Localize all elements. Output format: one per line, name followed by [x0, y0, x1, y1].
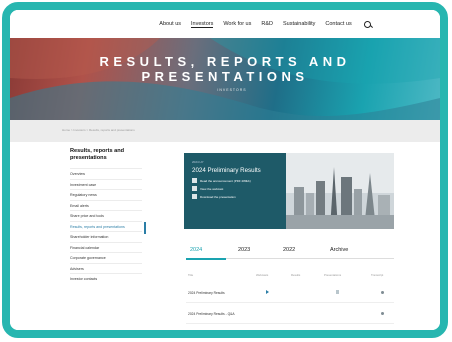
nav-work-for-us[interactable]: Work for us	[223, 21, 251, 27]
nav-rd[interactable]: R&D	[261, 21, 273, 27]
column-header-webcasts: Webcasts	[256, 273, 269, 277]
featured-results-text: 2024 HY 2024 Preliminary Results Read th…	[192, 160, 282, 202]
hero-banner: RESULTS, REPORTS AND PRESENTATIONS INVES…	[10, 38, 440, 120]
featured-results-card: 2024 HY 2024 Preliminary Results Read th…	[184, 153, 394, 229]
tab-2024[interactable]: 2024	[190, 247, 202, 253]
sidebar-item-share-price[interactable]: Share price and tools	[70, 210, 142, 221]
breadcrumb[interactable]: Home > Investors > Results, reports and …	[62, 128, 135, 132]
breadcrumb-band: Home > Investors > Results, reports and …	[10, 120, 440, 142]
column-header-results: Results	[291, 273, 301, 277]
sidebar-item-regulatory-news[interactable]: Regulatory news	[70, 189, 142, 200]
feature-label: 2024 HY	[192, 160, 204, 164]
search-icon[interactable]	[363, 20, 371, 28]
nav-contact-us[interactable]: Contact us	[325, 21, 351, 27]
document-icon	[192, 178, 197, 183]
sidebar-item-advisers[interactable]: Advisers	[70, 262, 142, 274]
year-tabs: 2024 2023 2022 Archive	[186, 247, 394, 260]
column-header-transcript: Transcript	[371, 273, 384, 277]
sidebar-item-investment-case[interactable]: Investment case	[70, 178, 142, 190]
page-title: RESULTS, REPORTS AND PRESENTATIONS	[10, 54, 440, 84]
row-title[interactable]: 2024 Preliminary Results	[188, 291, 225, 295]
column-header-title: Title	[188, 273, 194, 277]
presentation-icon[interactable]	[336, 290, 339, 294]
page-title-line-2: PRESENTATIONS	[141, 69, 309, 84]
sidebar-item-shareholder-information[interactable]: Shareholder information	[70, 231, 142, 242]
feature-link-presentation[interactable]: Download the presentation	[192, 194, 282, 199]
nav-about-us[interactable]: About us	[159, 21, 181, 27]
city-skyline-photo	[286, 153, 394, 229]
row-title[interactable]: 2024 Interim Results - Q&A	[188, 333, 228, 337]
sidebar-item-email-alerts[interactable]: Email alerts	[70, 199, 142, 211]
presentation-icon	[192, 194, 197, 199]
column-header-presentations: Presentations	[324, 273, 342, 277]
feature-link-webcast[interactable]: View the webcast	[192, 186, 282, 191]
sidebar-item-financial-calendar[interactable]: Financial calendar	[70, 241, 142, 253]
top-navigation: About us Investors Work for us R&D Susta…	[10, 10, 440, 38]
nav-investors[interactable]: Investors	[191, 21, 214, 28]
table-row[interactable]: 2024 Preliminary Results	[186, 283, 394, 303]
sidebar-item-results-reports[interactable]: Results, reports and presentations	[70, 220, 146, 234]
tab-2022[interactable]: 2022	[283, 247, 295, 253]
sidebar: Results, reports and presentations Overv…	[70, 148, 146, 284]
sidebar-active-marker	[144, 221, 146, 234]
device-frame: About us Investors Work for us R&D Susta…	[2, 2, 448, 338]
sidebar-item-investor-contacts[interactable]: Investor contacts	[70, 273, 142, 284]
sidebar-item-corporate-governance[interactable]: Corporate governance	[70, 252, 142, 263]
play-icon[interactable]	[266, 290, 269, 294]
tab-archive[interactable]: Archive	[330, 247, 348, 253]
feature-title: 2024 Preliminary Results	[192, 167, 261, 174]
page: About us Investors Work for us R&D Susta…	[10, 10, 440, 330]
feature-link-webcast-label: View the webcast	[200, 186, 224, 191]
table-header: Title Webcasts Results Presentations Tra…	[186, 273, 394, 281]
play-icon	[192, 186, 197, 191]
hero-subtitle: INVESTORS	[217, 88, 247, 92]
row-title[interactable]: 2024 Preliminary Results - Q&A	[188, 312, 235, 316]
transcript-icon[interactable]	[381, 291, 384, 294]
sidebar-item-overview[interactable]: Overview	[70, 168, 142, 179]
active-tab-indicator	[186, 258, 226, 260]
sidebar-title: Results, reports and presentations	[70, 148, 125, 161]
page-title-line-1: RESULTS, REPORTS AND	[99, 54, 351, 69]
nav-sustainability[interactable]: Sustainability	[283, 21, 315, 27]
table-row[interactable]: 2024 Interim Results - Q&A	[186, 325, 394, 337]
tab-2023[interactable]: 2023	[238, 247, 250, 253]
feature-link-announcement-label: Read the announcement (PDF 280kb)	[200, 178, 251, 183]
feature-link-announcement[interactable]: Read the announcement (PDF 280kb)	[192, 178, 282, 183]
feature-link-presentation-label: Download the presentation	[200, 194, 236, 199]
transcript-icon[interactable]	[381, 333, 384, 336]
table-row[interactable]: 2024 Preliminary Results - Q&A	[186, 304, 394, 324]
transcript-icon[interactable]	[381, 312, 384, 315]
